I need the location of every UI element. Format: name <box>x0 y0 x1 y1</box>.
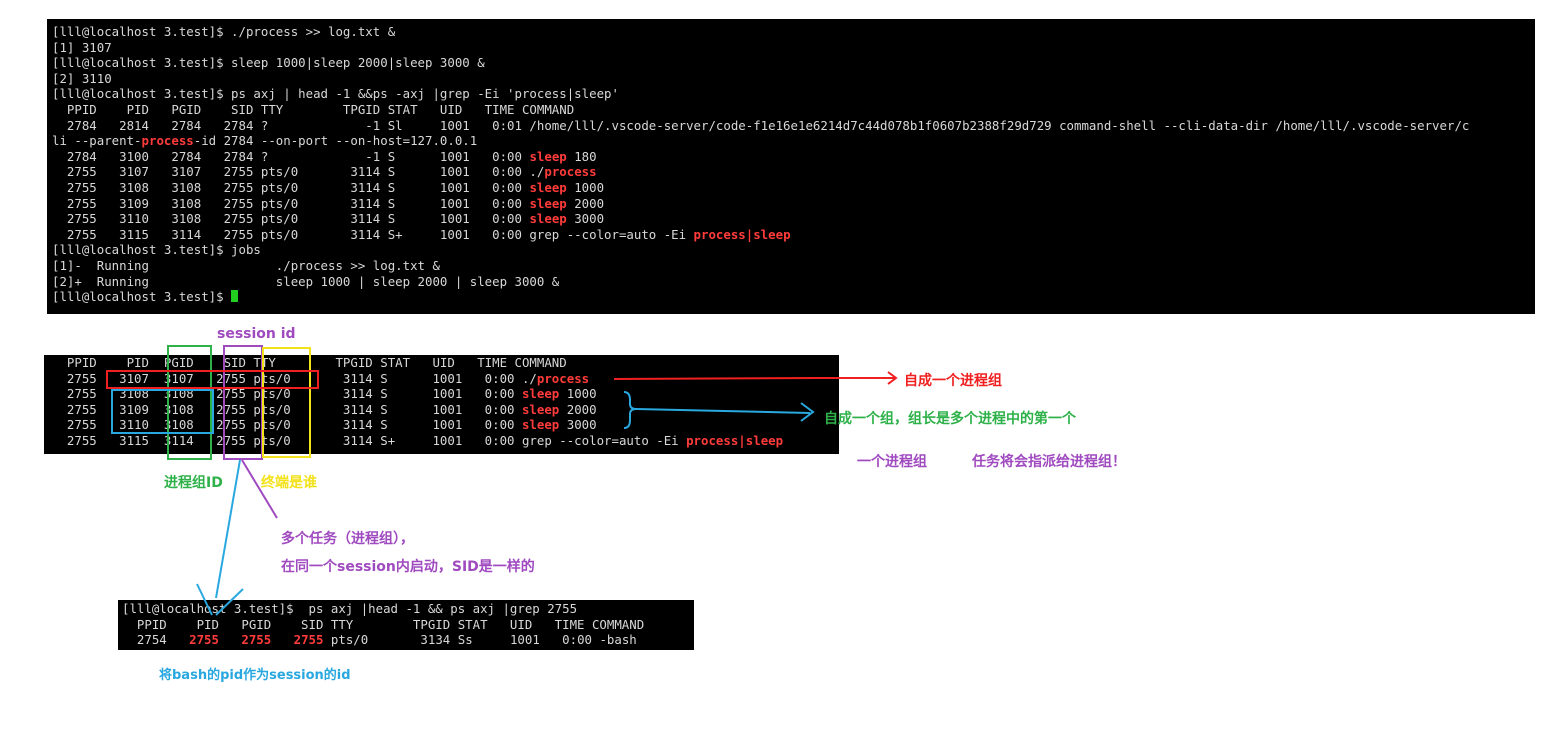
pgid-label: 进程组ID <box>164 475 223 491</box>
bash-pid-label: 将bash的pid作为session的id <box>159 668 351 683</box>
annotation-arrows <box>196 371 898 616</box>
same-session-label: 在同一个session内启动，SID是一样的 <box>281 559 535 575</box>
self-group-label: 自成一个进程组 <box>904 373 1002 389</box>
session-id-label: session id <box>217 326 296 342</box>
tty-label: 终端是谁 <box>261 475 317 491</box>
multi-task-label: 多个任务（进程组）， <box>281 531 414 547</box>
one-group-label: 一个进程组 <box>857 454 927 470</box>
task-assign-label: 任务将会指派给进程组！ <box>972 454 1126 470</box>
group-leader-label: 自成一个组，组长是多个进程中的第一个 <box>824 411 1076 427</box>
